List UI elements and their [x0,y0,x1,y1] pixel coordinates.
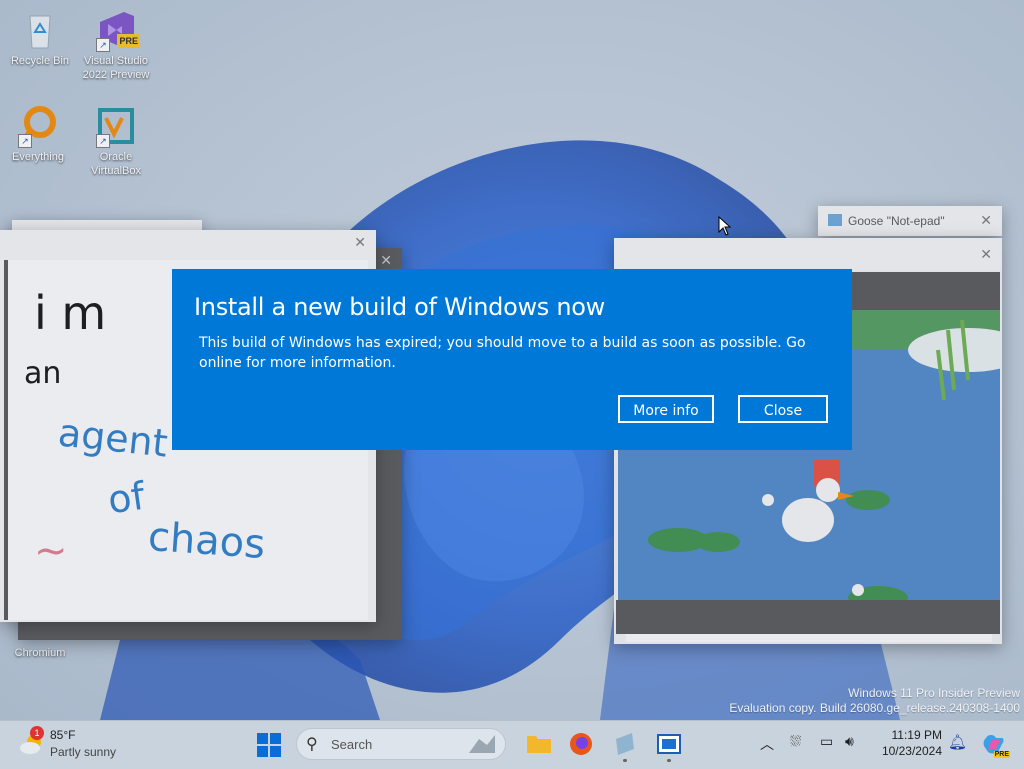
chromium-icon[interactable]: Chromium [2,646,78,660]
network-icon[interactable]: ⛆ [790,733,801,750]
clock-date: 10/23/2024 [881,744,942,758]
handwriting-line-5: chaos [146,513,267,569]
notepad-title: Goose "Not-epad" [848,214,945,228]
dialog-title: Install a new build of Windows now [194,293,605,321]
weather-badge: 1 [30,726,44,740]
everything-label: Everything [12,151,64,163]
visual-studio-label-2: 2022 Preview [82,69,150,81]
close-icon[interactable]: ✕ [980,246,992,263]
app-window-icon [657,734,681,754]
firefox-taskbar-icon[interactable] [568,731,594,757]
firefox-icon [570,733,592,755]
visual-studio-label-1: Visual Studio [83,55,148,67]
pond-window-scrollbar[interactable] [626,634,992,642]
file-explorer-taskbar-icon[interactable] [526,732,552,754]
close-button[interactable]: Close [738,395,828,423]
search-highlight-icon [469,735,495,753]
close-icon[interactable]: ✕ [354,234,366,251]
running-indicator [623,759,627,762]
search-icon: ⚲ [306,736,318,753]
pond-window-titlebar[interactable]: ✕ [614,238,1002,270]
copilot-icon[interactable]: PRE [982,732,1010,758]
notepad-taskbar-icon[interactable] [612,731,638,762]
copilot-pre-badge: PRE [993,751,1010,758]
window-app-taskbar-icon[interactable] [656,731,682,762]
notepad-icon [616,733,634,755]
shortcut-arrow-icon: ↗ [18,134,32,148]
taskbar-search[interactable]: ⚲ Search [296,728,506,760]
notepad-window[interactable]: Goose "Not-epad" ✕ [818,206,1002,236]
watermark-line-1: Windows 11 Pro Insider Preview [848,686,1020,700]
watermark-line-2: Evaluation copy. Build 26080.ge_release.… [729,701,1020,715]
taskbar [0,720,1024,769]
display-icon[interactable]: ▭ [820,733,833,750]
pond-window-statusbar [616,600,1000,634]
clock-time: 11:19 PM [891,728,942,742]
search-placeholder: Search [331,737,373,752]
running-indicator [667,759,671,762]
folder-icon [527,736,551,753]
weather-temp: 85°F [50,728,76,742]
shortcut-arrow-icon: ↗ [96,134,110,148]
dialog-message: This build of Windows has expired; you s… [199,335,806,371]
volume-icon[interactable]: 🔊︎ [845,733,854,750]
clock[interactable]: 11:19 PM 10/23/2024 [872,728,942,758]
handwriting-squiggle: ~ [34,528,68,574]
handwriting-line-4: of [105,473,148,523]
virtualbox-icon[interactable]: ↗ Oracle VirtualBox [78,104,154,178]
build-expired-dialog: Install a new build of Windows now This … [172,269,852,450]
drawing-window-titlebar[interactable]: ✕ [0,230,376,256]
notification-bell-icon[interactable]: 🔔︎ [948,733,967,751]
notepad-app-icon [828,214,842,226]
windows-logo-icon [257,733,281,757]
visual-studio-icon[interactable]: PRE ↗ Visual Studio 2022 Preview [78,8,154,82]
weather-widget[interactable]: 1 85°F Partly sunny [18,726,138,764]
pre-badge: PRE [117,34,140,48]
recycle-bin-glyph [29,15,51,49]
shortcut-arrow-icon: ↗ [96,38,110,52]
recycle-bin-icon[interactable]: Recycle Bin [2,8,78,68]
mouse-cursor-icon [718,216,732,236]
chevron-up-icon[interactable]: ︿ [760,734,774,754]
start-button[interactable] [256,732,282,758]
more-info-button[interactable]: More info [618,395,714,423]
close-icon[interactable]: ✕ [380,252,392,269]
handwriting-line-1: i m [34,286,107,340]
handwriting-line-3: agent [56,410,170,466]
weather-desc: Partly sunny [50,745,117,759]
virtualbox-label-2: VirtualBox [91,165,141,177]
close-icon[interactable]: ✕ [980,212,992,229]
everything-icon[interactable]: ↗ Everything [0,104,76,164]
recycle-bin-label: Recycle Bin [10,55,70,67]
handwriting-line-2: an [24,356,62,391]
virtualbox-label-1: Oracle [99,151,133,163]
chromium-label: Chromium [14,647,66,659]
